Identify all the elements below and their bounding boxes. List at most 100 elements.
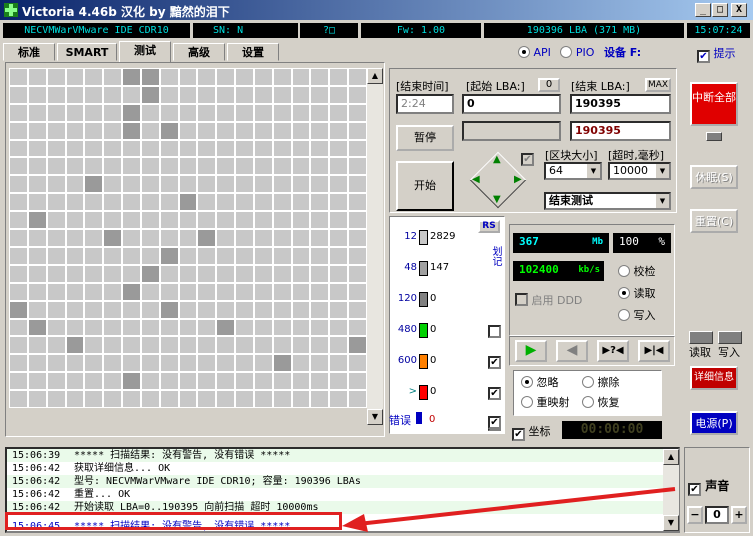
arrow-down-icon[interactable]: ▼ — [493, 194, 501, 205]
verify-option[interactable]: 校检 — [618, 263, 656, 279]
histogram-mark-checkbox[interactable]: ✔ — [488, 387, 501, 400]
verify-radio[interactable] — [618, 265, 630, 277]
sector-cell — [217, 104, 235, 121]
arrow-left-icon[interactable]: ◀ — [472, 174, 480, 185]
decrement-button[interactable]: − — [687, 506, 703, 524]
reset-button[interactable]: 重置(C) — [690, 209, 738, 233]
read-option[interactable]: 读取 — [618, 285, 656, 301]
start-button[interactable]: 开始 — [396, 161, 454, 211]
map-scrollbar[interactable]: ▲ ▼ — [367, 68, 383, 425]
end-lba-input[interactable]: 190395 — [570, 94, 671, 114]
sector-cell — [28, 194, 46, 211]
write-radio[interactable] — [618, 309, 630, 321]
mb-value: 367 — [519, 235, 539, 248]
hint-toggle[interactable]: ✔ 提示 — [697, 45, 736, 63]
sector-cell — [123, 104, 140, 121]
hint-checkbox[interactable]: ✔ — [697, 50, 710, 63]
sector-cell — [160, 265, 178, 282]
sector-cell — [179, 122, 197, 139]
close-button[interactable]: X — [731, 3, 747, 17]
remap-option[interactable]: 重映射 — [521, 394, 570, 410]
scroll-up-arrow[interactable]: ▲ — [367, 68, 383, 84]
ignore-radio[interactable] — [521, 376, 533, 388]
erase-radio[interactable] — [582, 376, 594, 388]
sector-cell — [217, 69, 235, 85]
remap-radio[interactable] — [521, 396, 533, 408]
pio-radio[interactable] — [560, 46, 573, 58]
block-size-select[interactable]: 64 ▼ — [544, 162, 602, 180]
ignore-option[interactable]: 忽略 — [521, 374, 559, 390]
jump-icon[interactable]: ▶?◀ — [597, 340, 629, 362]
sector-cell — [85, 212, 103, 229]
timeout-select[interactable]: 10000 ▼ — [608, 162, 671, 180]
restore-radio[interactable] — [582, 396, 594, 408]
histogram-mark-checkbox[interactable] — [488, 325, 501, 338]
power-button[interactable]: 电源(P) — [690, 411, 738, 435]
sector-cell — [217, 283, 235, 300]
sector-cell — [236, 86, 253, 103]
sector-cell — [160, 355, 178, 372]
tab-settings[interactable]: 设置 — [227, 43, 279, 61]
tab-smart[interactable]: SMART — [57, 43, 117, 61]
pad-checkbox[interactable]: ✔ — [521, 153, 534, 166]
sector-cell — [104, 104, 122, 121]
sector-cell — [66, 337, 84, 354]
sector-cell — [292, 212, 310, 229]
sector-cell — [217, 391, 235, 407]
maximize-button[interactable]: □ — [712, 3, 728, 17]
coord-checkbox[interactable]: ✔ — [512, 428, 525, 441]
increment-button[interactable]: + — [731, 506, 747, 524]
histogram-mark-checkbox[interactable]: ✔ — [488, 356, 501, 369]
arrow-up-icon[interactable]: ▲ — [493, 154, 501, 165]
log-message: 获取详细信息... OK — [74, 463, 171, 474]
mb-display: 367 Mb — [513, 233, 609, 253]
restore-option[interactable]: 恢复 — [582, 394, 620, 410]
sector-cell — [47, 319, 65, 336]
details-button[interactable]: 详细信息 — [690, 366, 738, 390]
sector-cell — [273, 319, 291, 336]
ata-spinner-value[interactable]: 0 — [705, 506, 729, 524]
sleep-button[interactable]: 休眠(S) — [690, 165, 738, 189]
sector-cell — [28, 176, 46, 193]
sector-cell — [254, 337, 272, 354]
skip-end-icon[interactable]: ▶|◀ — [638, 340, 670, 362]
erase-option[interactable]: 擦除 — [582, 374, 620, 390]
back-icon[interactable]: ◀ — [556, 340, 588, 362]
sector-cell — [198, 391, 216, 407]
play-icon[interactable]: ▶ — [515, 340, 547, 362]
drive-model: NECVMWarVMware IDE CDR10 — [3, 23, 190, 38]
tab-standard[interactable]: 标准 — [3, 43, 55, 61]
chevron-down-icon[interactable]: ▼ — [656, 164, 669, 178]
chevron-down-icon[interactable]: ▼ — [587, 164, 600, 178]
ddd-option[interactable]: 启用 DDD — [515, 292, 582, 308]
start-lba-input[interactable]: 0 — [462, 94, 561, 114]
pause-button[interactable]: 暂停 — [396, 125, 454, 151]
sector-cell — [349, 69, 366, 85]
tab-advanced[interactable]: 高级 — [173, 43, 225, 61]
sound-option[interactable]: ✔ 声音 — [688, 477, 729, 496]
scroll-up-arrow[interactable]: ▲ — [663, 449, 679, 465]
end-action-select[interactable]: 结束测试 ▼ — [544, 192, 671, 210]
error-mark-checkbox[interactable]: ✔ — [488, 416, 501, 429]
read-radio[interactable] — [618, 287, 630, 299]
minimize-button[interactable]: _ — [695, 3, 711, 17]
write-option[interactable]: 写入 — [618, 307, 656, 323]
scroll-down-arrow[interactable]: ▼ — [367, 409, 383, 425]
ddd-checkbox[interactable] — [515, 293, 528, 306]
api-radio[interactable] — [518, 46, 530, 58]
sector-cell — [236, 265, 253, 282]
arrow-right-icon[interactable]: ▶ — [514, 174, 522, 185]
end-time-input[interactable]: 2:24 — [396, 94, 454, 114]
reset-counters-button[interactable]: RS — [478, 220, 500, 233]
chevron-down-icon[interactable]: ▼ — [656, 194, 669, 208]
sector-cell — [349, 301, 366, 318]
tab-test[interactable]: 测试 — [119, 41, 171, 62]
coord-option[interactable]: ✔ 坐标 — [512, 423, 551, 441]
stop-all-button[interactable]: 中断全部 — [690, 82, 738, 126]
sound-checkbox[interactable]: ✔ — [688, 483, 701, 496]
start-lba-zero-button[interactable]: 0 — [538, 78, 560, 92]
max-lba-button[interactable]: MAX — [645, 78, 671, 92]
sector-cell — [198, 104, 216, 121]
sector-cell — [330, 122, 348, 139]
sector-cell — [236, 176, 253, 193]
